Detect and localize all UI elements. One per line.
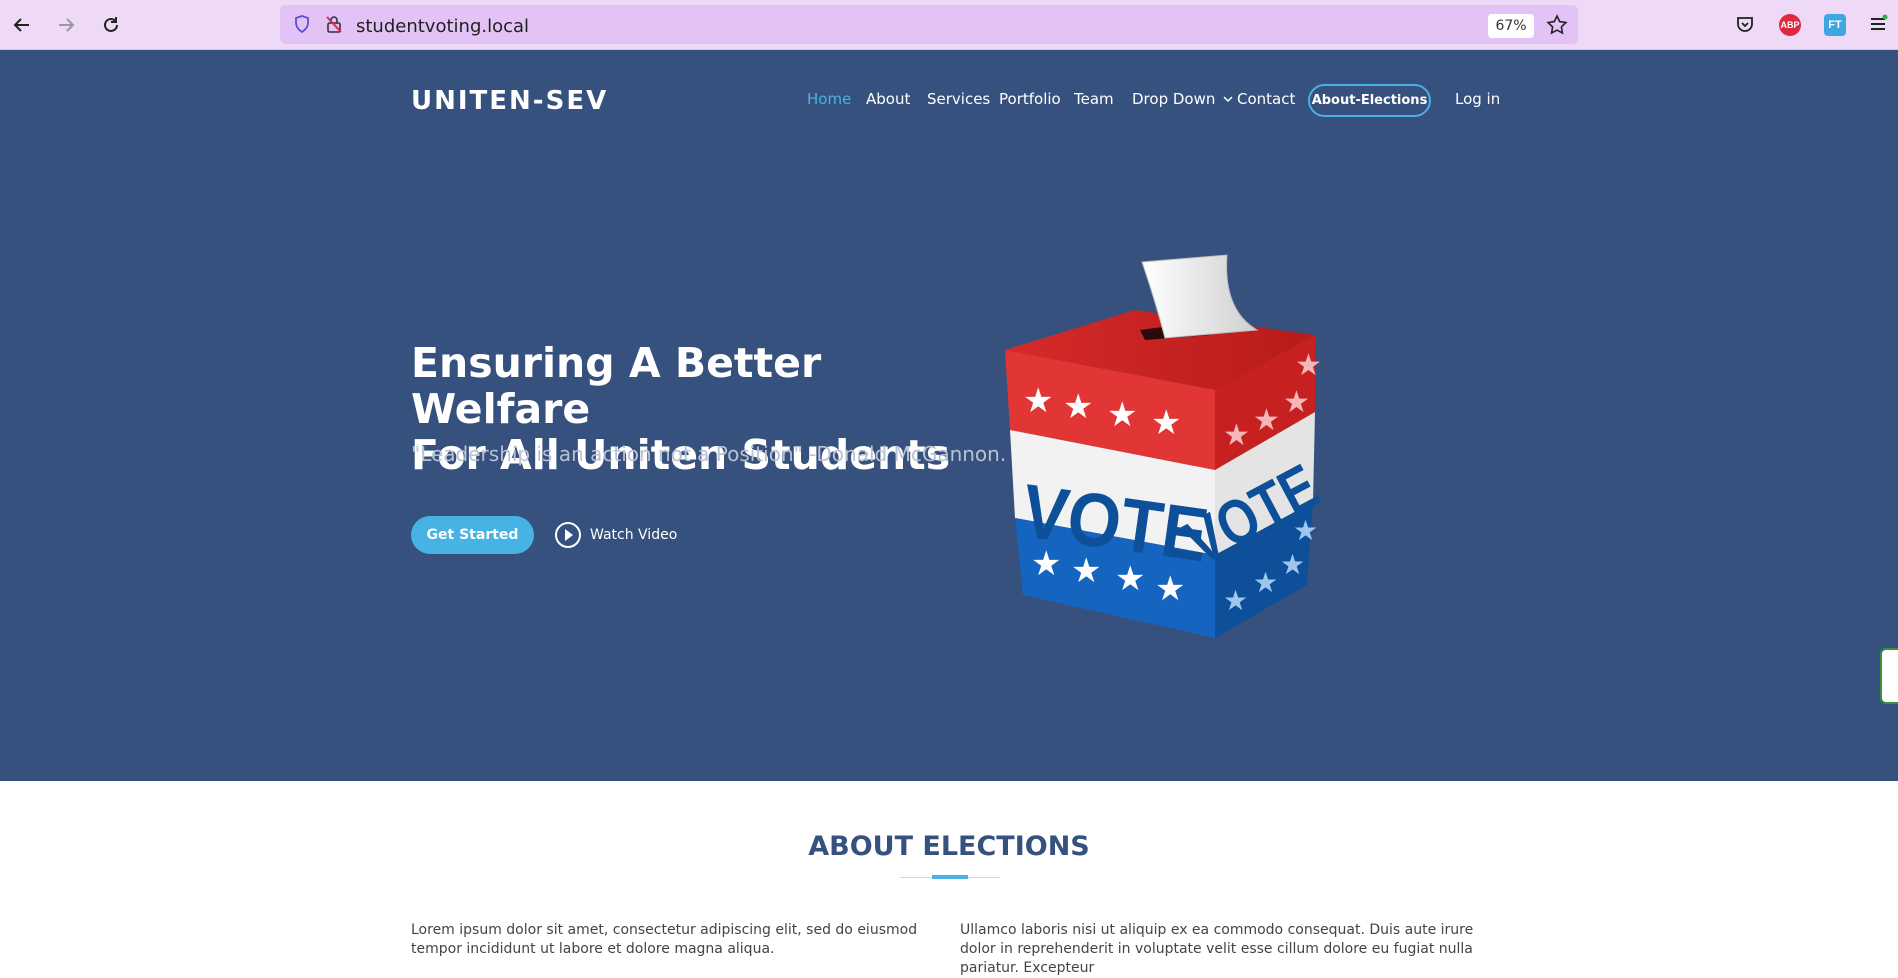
web-page: UNITEN-SEV Home About Services Portfolio… (0, 50, 1898, 976)
nav-home[interactable]: Home (807, 90, 851, 112)
zoom-badge[interactable]: 67% (1488, 14, 1534, 38)
nav-services[interactable]: Services (927, 90, 990, 112)
insecure-lock-icon[interactable] (324, 14, 344, 34)
get-started-button[interactable]: Get Started (411, 516, 534, 554)
svg-text:★: ★ (1107, 395, 1137, 435)
title-divider-accent (932, 875, 968, 879)
pocket-icon[interactable] (1735, 14, 1755, 34)
svg-text:★: ★ (1023, 381, 1053, 421)
side-widget[interactable] (1880, 648, 1898, 704)
svg-text:★: ★ (1253, 403, 1280, 438)
hero-title-line1: Ensuring A Better Welfare (411, 339, 822, 433)
url-bar[interactable]: studentvoting.local 67% (280, 5, 1578, 44)
nav-team[interactable]: Team (1074, 90, 1114, 112)
shield-icon[interactable] (292, 14, 312, 34)
svg-text:★: ★ (1151, 403, 1181, 443)
watch-video-button[interactable]: Watch Video (554, 520, 677, 550)
watch-video-label: Watch Video (590, 527, 678, 543)
menu-icon[interactable] (1868, 14, 1888, 34)
about-section: ABOUT ELECTIONS Lorem ipsum dolor sit am… (0, 781, 1898, 976)
svg-text:★: ★ (1283, 385, 1310, 420)
login-link[interactable]: Log in (1455, 90, 1500, 112)
nav-dropdown[interactable]: Drop Down (1132, 90, 1234, 112)
reload-icon (104, 17, 118, 32)
svg-text:★: ★ (1223, 584, 1248, 617)
nav-contact[interactable]: Contact (1237, 90, 1295, 112)
hero-section: UNITEN-SEV Home About Services Portfolio… (0, 50, 1898, 781)
forward-button[interactable] (52, 11, 80, 39)
reload-button[interactable] (97, 11, 125, 39)
back-button[interactable] (8, 11, 36, 39)
nav-portfolio[interactable]: Portfolio (999, 90, 1061, 112)
url-text[interactable]: studentvoting.local (356, 16, 529, 37)
svg-text:★: ★ (1063, 387, 1093, 427)
chevron-down-icon (1223, 96, 1233, 103)
svg-text:★: ★ (1253, 566, 1278, 599)
about-elections-button[interactable]: About-Elections (1308, 84, 1431, 117)
bookmark-star-icon[interactable] (1546, 14, 1568, 36)
svg-text:★: ★ (1223, 418, 1250, 453)
about-right-text: Ullamco laboris nisi ut aliquip ex ea co… (960, 922, 1474, 976)
about-left-text: Lorem ipsum dolor sit amet, consectetur … (411, 922, 918, 957)
browser-toolbar: studentvoting.local 67% ABP FT (0, 0, 1898, 50)
nav-about[interactable]: About (866, 90, 910, 112)
svg-text:★: ★ (1295, 348, 1322, 383)
arrow-left-icon (13, 18, 29, 32)
play-circle-icon (555, 522, 581, 548)
site-logo[interactable]: UNITEN-SEV (411, 86, 608, 116)
translate-icon[interactable]: FT (1824, 14, 1846, 36)
about-title: ABOUT ELECTIONS (808, 831, 1090, 862)
arrow-right-icon (59, 18, 75, 32)
ballot-box-image: ★ ★ ★ ★ ★ ★ ★ ★ ★ ★★★ ★★★★ VOTE VOTE (1005, 254, 1330, 638)
nav-dropdown-label: Drop Down (1132, 90, 1216, 108)
adblock-plus-icon[interactable]: ABP (1779, 14, 1801, 36)
svg-text:★: ★ (1280, 548, 1305, 581)
hero-subtitle: "Leadership is an action not a Position"… (411, 442, 1007, 466)
